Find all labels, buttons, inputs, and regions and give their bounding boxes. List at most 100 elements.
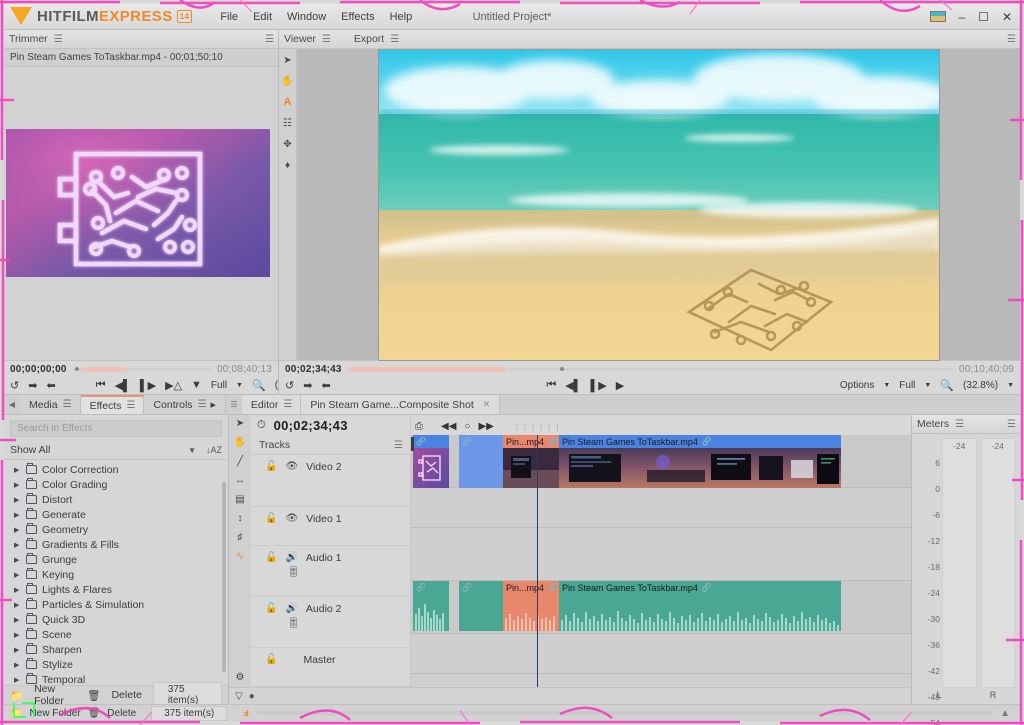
tab-scroll-right-icon[interactable]: ▶ [211, 401, 216, 409]
effects-folder-item[interactable]: ▶ Lights & Flares [4, 582, 228, 597]
effects-search-input[interactable]: Search in Effects [10, 420, 222, 437]
speaker-icon[interactable]: 🔊 [285, 603, 297, 614]
sort-az-icon[interactable]: ↓AZ [206, 445, 222, 455]
expand-triangle-icon[interactable]: ▶ [14, 601, 21, 609]
track-header-master[interactable]: 🔓 Master [251, 648, 410, 687]
mixer-icon[interactable]: 🎚 [287, 567, 300, 578]
expand-triangle-icon[interactable]: ▶ [14, 541, 21, 549]
next-keyframe-icon[interactable]: ▶▶ [478, 421, 493, 432]
effects-filter-label[interactable]: Show All [10, 444, 50, 456]
delete-button[interactable]: Delete [111, 689, 141, 701]
new-folder-icon[interactable]: 📁 [10, 708, 22, 719]
hand-icon[interactable]: ✋ [281, 74, 295, 88]
effects-folder-item[interactable]: ▶ Geometry [4, 522, 228, 537]
trim-icon[interactable]: ↔ [235, 475, 245, 486]
timeline-clip-selected[interactable]: Pin...mp4 🔗 [503, 581, 559, 631]
mixer-icon[interactable]: 🎚 [287, 618, 300, 629]
timeline-tracks-area[interactable]: ⎙ ◀◀ ○ ▶▶ |||||| 00;05;00;20 [411, 415, 911, 687]
set-in-point-icon[interactable]: ⬅ [321, 379, 330, 392]
slice-icon[interactable]: ╱ [237, 456, 243, 467]
effects-folder-list[interactable]: ▶ Color Correction ▶ Color Grading ▶ Distor… [4, 460, 228, 685]
tab-controls-menu-icon[interactable] [198, 399, 206, 410]
tab-editor-menu-icon[interactable] [283, 399, 291, 410]
slide-icon[interactable]: ↕ [238, 513, 243, 524]
expand-triangle-icon[interactable]: ▶ [14, 646, 21, 654]
lane-video-2[interactable]: 🔗 🔗 Pin...mp4 🔗 Pin Steam Games ToTaskba… [411, 435, 911, 488]
expand-triangle-icon[interactable]: ▶ [14, 586, 21, 594]
effects-folder-item[interactable]: ▶ Particles & Simulation [4, 597, 228, 612]
eye-icon[interactable]: 👁 [285, 513, 298, 524]
trimmer-menu-icon[interactable] [54, 34, 62, 45]
timeline-clip[interactable]: Pin Steam Games ToTaskbar.mp4 🔗 [559, 435, 841, 488]
effects-scrollbar[interactable] [222, 482, 226, 672]
new-folder-icon[interactable]: 📁 [10, 689, 23, 702]
track-header-video-2[interactable]: 🔓 👁 Video 2 [251, 455, 410, 507]
meters-menu-icon[interactable] [955, 419, 963, 430]
track-header-audio-1[interactable]: 🔓 🔊 Audio 1 🎚 [251, 546, 410, 597]
expand-triangle-icon[interactable]: ▶ [14, 526, 21, 534]
effects-folder-item[interactable]: ▶ Color Grading [4, 477, 228, 492]
viewer-options-label[interactable]: Options [840, 380, 874, 391]
track-header-video-1[interactable]: 🔓 👁 Video 1 [251, 507, 410, 546]
expand-triangle-icon[interactable]: ▶ [14, 511, 21, 519]
status-delete-button[interactable]: Delete [107, 708, 136, 719]
expand-triangle-icon[interactable]: ▶ [14, 616, 21, 624]
viewer-zoom-caret-icon[interactable]: ▼ [1007, 382, 1014, 389]
effects-folder-item[interactable]: ▶ Sharpen [4, 642, 228, 657]
tab-effects[interactable]: Effects [80, 395, 145, 414]
lock-icon[interactable]: 🔓 [265, 654, 277, 665]
effects-folder-item[interactable]: ▶ Scene [4, 627, 228, 642]
delete-icon[interactable]: 🗑 [88, 708, 101, 719]
trimmer-options-icon[interactable] [265, 34, 273, 45]
expand-triangle-icon[interactable]: ▶ [14, 481, 21, 489]
lock-icon[interactable]: 🔓 [265, 603, 277, 614]
expand-triangle-icon[interactable]: ▶ [14, 676, 21, 684]
tab-composite-shot[interactable]: Pin Steam Game...Composite Shot ✕ [301, 395, 501, 414]
export-menu-icon[interactable] [390, 34, 398, 45]
step-back-icon[interactable]: ◀▌ [115, 379, 131, 392]
effects-folder-item[interactable]: ▶ Generate [4, 507, 228, 522]
text-icon[interactable]: A [281, 95, 295, 109]
expand-triangle-icon[interactable]: ▶ [14, 556, 21, 564]
speaker-icon[interactable]: 🔊 [285, 552, 297, 563]
go-to-start-icon[interactable]: ⏮ [96, 379, 106, 392]
tab-controls[interactable]: Controls ▶ [144, 395, 226, 414]
timeline-clip[interactable]: 🔗 [413, 435, 449, 488]
marker-tools-icons[interactable]: |||||| [516, 422, 564, 431]
set-out-point-icon[interactable]: ➡ [28, 379, 37, 392]
effects-folder-item[interactable]: ▶ Quick 3D [4, 612, 228, 627]
timeline-zoom-slider[interactable]: ● [249, 691, 255, 702]
effects-folder-item[interactable]: ▶ Color Correction [4, 462, 228, 477]
tab-editor[interactable]: Editor [241, 395, 302, 414]
expand-triangle-icon[interactable]: ▶ [14, 466, 21, 474]
lock-icon[interactable]: 🔓 [265, 461, 277, 472]
viewer-quality-label[interactable]: Full [899, 380, 915, 391]
timeline-settings-icon[interactable]: ⚙ [236, 672, 245, 683]
select-arrow-icon[interactable]: ➤ [236, 418, 244, 429]
status-new-folder-button[interactable]: New Folder [29, 708, 80, 719]
effects-folder-item[interactable]: ▶ Gradients & Fills [4, 537, 228, 552]
viewer-menu-icon[interactable] [322, 34, 330, 45]
trimmer-quality-label[interactable]: Full [211, 380, 227, 391]
lock-icon[interactable]: 🔓 [265, 513, 277, 524]
prev-keyframe-icon[interactable]: ◀◀ [441, 421, 456, 432]
step-back-icon[interactable]: ◀▌ [565, 379, 581, 392]
trimmer-quality-caret-icon[interactable]: ▼ [236, 382, 243, 389]
loop-icon[interactable]: ↺ [285, 379, 294, 392]
effects-folder-item[interactable]: ▶ Distort [4, 492, 228, 507]
timeline-clip[interactable]: 🔗 [459, 435, 503, 488]
tab-media-menu-icon[interactable] [63, 399, 71, 410]
play-icon[interactable]: ▶ [616, 379, 624, 392]
play-icon[interactable]: ▶ [165, 379, 173, 392]
viewer-stage[interactable] [297, 49, 1020, 360]
snapping-icon[interactable]: ⎙ [415, 421, 423, 432]
add-keyframe-icon[interactable]: ○ [464, 421, 470, 432]
expand-triangle-icon[interactable]: ▶ [14, 571, 21, 579]
chevron-down-icon[interactable]: ▼ [188, 446, 196, 455]
lane-audio-2[interactable]: 🔗 🔗 Pin...mp4 🔗 Pin Steam Games ToTaskba… [411, 581, 911, 634]
step-forward-icon[interactable]: ▌▶ [140, 379, 156, 392]
grid-icon[interactable]: ♯ [238, 532, 243, 543]
left-panel-options-icon[interactable]: ☰ [226, 395, 242, 414]
slip-icon[interactable]: ▤ [235, 494, 244, 505]
set-in-point-icon[interactable]: ⬅ [46, 379, 55, 392]
